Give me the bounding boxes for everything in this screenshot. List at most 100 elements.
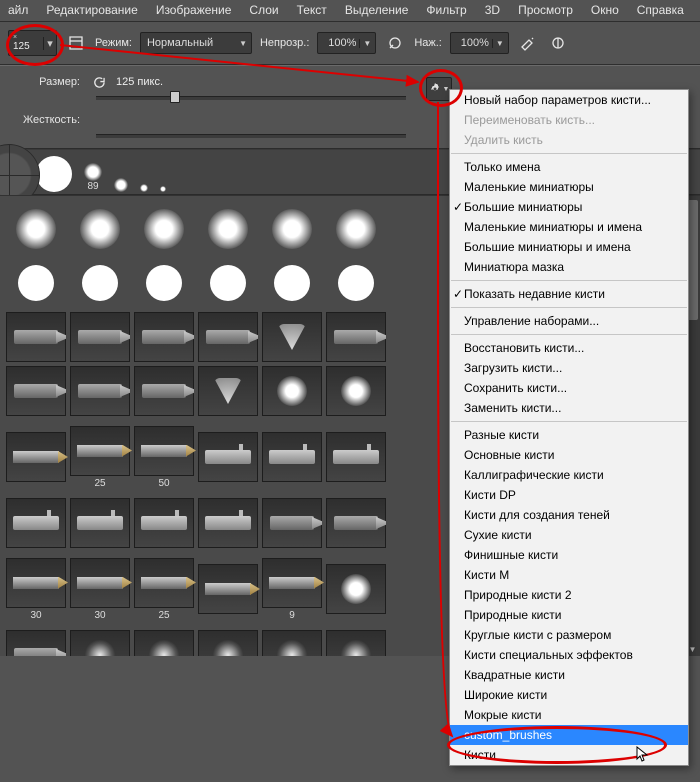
- brush-thumbnail[interactable]: [4, 496, 68, 550]
- brush-thumbnail[interactable]: [132, 364, 196, 418]
- tablet-opacity-icon[interactable]: [384, 32, 406, 54]
- brush-thumbnail[interactable]: [4, 364, 68, 418]
- brush-thumbnail[interactable]: [132, 310, 196, 364]
- brush-thumbnail[interactable]: [68, 202, 132, 256]
- brush-thumbnail[interactable]: [68, 310, 132, 364]
- brush-thumbnail[interactable]: [260, 256, 324, 310]
- brush-thumbnail[interactable]: [132, 202, 196, 256]
- brush-thumbnail[interactable]: [4, 628, 68, 656]
- brush-thumbnail[interactable]: [324, 310, 388, 364]
- context-menu-item[interactable]: Заменить кисти...: [450, 398, 688, 418]
- brush-thumbnail[interactable]: [4, 256, 68, 310]
- blend-mode-select[interactable]: Нормальный▼: [140, 32, 252, 54]
- menu-edit[interactable]: Редактирование: [46, 3, 137, 17]
- brush-preset-dropdown[interactable]: ×125 ▾: [8, 30, 57, 56]
- menu-file[interactable]: айл: [8, 3, 28, 17]
- context-menu-item[interactable]: Мокрые кисти: [450, 705, 688, 725]
- brush-panel-toggle-icon[interactable]: [65, 32, 87, 54]
- brush-thumbnail[interactable]: [196, 364, 260, 418]
- flow-input[interactable]: 100%▼: [450, 32, 509, 54]
- context-menu-item[interactable]: custom_brushes: [450, 725, 688, 745]
- hardness-slider[interactable]: [96, 128, 406, 142]
- menu-filter[interactable]: Фильтр: [426, 3, 466, 17]
- context-menu-item[interactable]: Круглые кисти с размером: [450, 625, 688, 645]
- recent-brush[interactable]: 89: [84, 163, 102, 192]
- context-menu-item[interactable]: Каллиграфические кисти: [450, 465, 688, 485]
- airbrush-icon[interactable]: [517, 32, 539, 54]
- brush-thumbnail[interactable]: [324, 364, 388, 418]
- brush-thumbnail[interactable]: 30: [4, 550, 68, 628]
- brush-thumbnail[interactable]: 9: [260, 550, 324, 628]
- recent-brush[interactable]: [160, 186, 166, 192]
- brush-thumbnail[interactable]: [68, 496, 132, 550]
- brush-thumbnail[interactable]: 30: [68, 550, 132, 628]
- context-menu-item[interactable]: Восстановить кисти...: [450, 338, 688, 358]
- brush-thumbnail[interactable]: 50: [132, 418, 196, 496]
- tablet-size-icon[interactable]: [547, 32, 569, 54]
- context-menu-item[interactable]: Только имена: [450, 157, 688, 177]
- brush-thumbnail[interactable]: [260, 496, 324, 550]
- brush-thumbnail[interactable]: [324, 256, 388, 310]
- context-menu-item[interactable]: Показать недавние кисти: [450, 284, 688, 304]
- brush-thumbnail[interactable]: [4, 310, 68, 364]
- brush-thumbnail[interactable]: [68, 628, 132, 656]
- recent-brush[interactable]: [140, 184, 148, 192]
- context-menu-item[interactable]: Большие миниатюры и имена: [450, 237, 688, 257]
- brush-thumbnail[interactable]: [260, 418, 324, 496]
- brush-thumbnail[interactable]: [196, 310, 260, 364]
- menu-window[interactable]: Окно: [591, 3, 619, 17]
- brush-thumbnail[interactable]: [196, 496, 260, 550]
- context-menu-item[interactable]: Кисти M: [450, 565, 688, 585]
- brush-thumbnail[interactable]: [324, 550, 388, 628]
- menu-text[interactable]: Текст: [297, 3, 327, 17]
- brush-thumbnail[interactable]: [132, 628, 196, 656]
- context-menu-item[interactable]: Широкие кисти: [450, 685, 688, 705]
- menu-image[interactable]: Изображение: [156, 3, 232, 17]
- brush-thumbnail[interactable]: [260, 310, 324, 364]
- context-menu-item[interactable]: Сохранить кисти...: [450, 378, 688, 398]
- context-menu-item[interactable]: Кисти: [450, 745, 688, 765]
- brush-thumbnail[interactable]: 25: [68, 418, 132, 496]
- brush-thumbnail[interactable]: [196, 418, 260, 496]
- menu-view[interactable]: Просмотр: [518, 3, 573, 17]
- context-menu-item[interactable]: Кисти для создания теней: [450, 505, 688, 525]
- menu-3d[interactable]: 3D: [485, 3, 500, 17]
- context-menu-item[interactable]: Маленькие миниатюры и имена: [450, 217, 688, 237]
- context-menu-item[interactable]: Маленькие миниатюры: [450, 177, 688, 197]
- brush-thumbnail[interactable]: [260, 628, 324, 656]
- brush-thumbnail[interactable]: [132, 496, 196, 550]
- brush-thumbnail[interactable]: [4, 202, 68, 256]
- size-slider[interactable]: [96, 90, 406, 104]
- brush-thumbnail[interactable]: [132, 256, 196, 310]
- context-menu-item[interactable]: Природные кисти: [450, 605, 688, 625]
- brush-thumbnail[interactable]: [324, 496, 388, 550]
- recent-brush[interactable]: [36, 156, 72, 192]
- context-menu-item[interactable]: Кисти специальных эффектов: [450, 645, 688, 665]
- context-menu-item[interactable]: Кисти DP: [450, 485, 688, 505]
- brush-thumbnail[interactable]: [196, 628, 260, 656]
- context-menu-item[interactable]: Управление наборами...: [450, 311, 688, 331]
- brush-thumbnail[interactable]: [196, 550, 260, 628]
- brush-thumbnail[interactable]: [196, 256, 260, 310]
- reset-size-icon[interactable]: [90, 74, 106, 90]
- context-menu-item[interactable]: Новый набор параметров кисти...: [450, 90, 688, 110]
- brush-thumbnail[interactable]: [68, 364, 132, 418]
- brush-thumbnail[interactable]: [324, 628, 388, 656]
- brush-thumbnail[interactable]: [4, 418, 68, 496]
- brush-thumbnail[interactable]: [324, 418, 388, 496]
- opacity-input[interactable]: 100%▼: [317, 32, 376, 54]
- context-menu-item[interactable]: Загрузить кисти...: [450, 358, 688, 378]
- size-value[interactable]: 125 пикс.: [116, 76, 172, 88]
- context-menu-item[interactable]: Природные кисти 2: [450, 585, 688, 605]
- context-menu-item[interactable]: Квадратные кисти: [450, 665, 688, 685]
- recent-brush[interactable]: [114, 178, 128, 192]
- brush-thumbnail[interactable]: [196, 202, 260, 256]
- menu-select[interactable]: Выделение: [345, 3, 409, 17]
- menu-layers[interactable]: Слои: [249, 3, 278, 17]
- brush-thumbnail[interactable]: [68, 256, 132, 310]
- context-menu-item[interactable]: Большие миниатюры: [450, 197, 688, 217]
- brush-thumbnail[interactable]: [260, 364, 324, 418]
- brush-thumbnail[interactable]: [260, 202, 324, 256]
- context-menu-item[interactable]: Разные кисти: [450, 425, 688, 445]
- menu-help[interactable]: Справка: [637, 3, 684, 17]
